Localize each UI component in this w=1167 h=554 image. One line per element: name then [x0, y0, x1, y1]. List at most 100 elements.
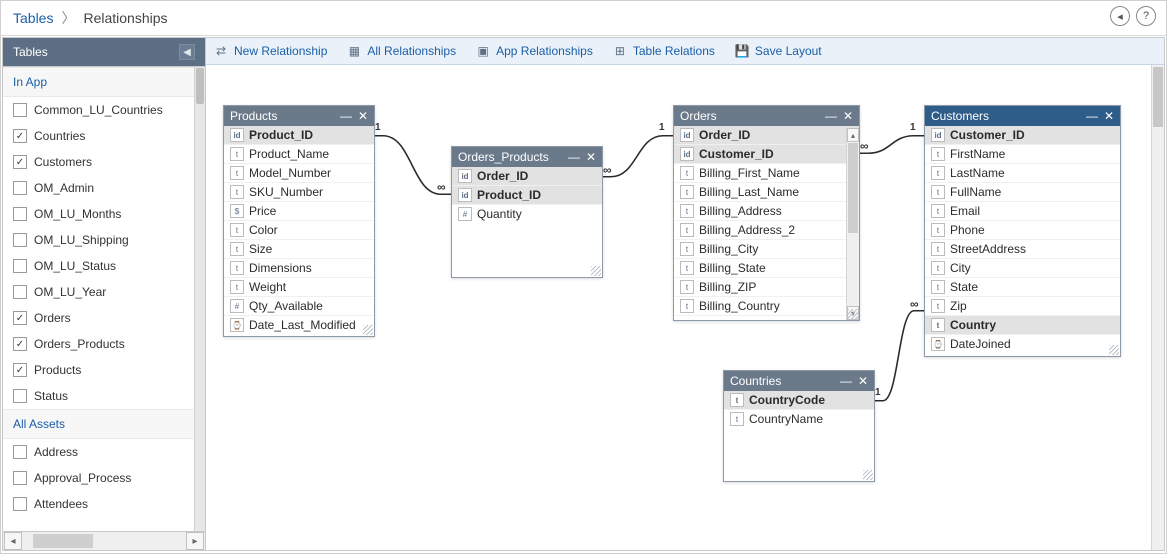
- field-row[interactable]: tSize: [224, 240, 374, 259]
- close-icon[interactable]: ✕: [586, 150, 596, 164]
- checkbox-icon[interactable]: [13, 103, 27, 117]
- help-icon[interactable]: ?: [1136, 6, 1156, 26]
- sidebar-item[interactable]: Customers: [3, 149, 194, 175]
- field-row[interactable]: tModel_Number: [224, 164, 374, 183]
- table-header[interactable]: Countries—✕: [724, 371, 874, 391]
- field-row[interactable]: idCustomer_ID: [925, 126, 1120, 145]
- table-header[interactable]: Orders—✕: [674, 106, 859, 126]
- field-row[interactable]: tEmail: [925, 202, 1120, 221]
- checkbox-icon[interactable]: [13, 363, 27, 377]
- field-row[interactable]: tZip: [925, 297, 1120, 316]
- table-scrollbar[interactable]: ▴▾: [846, 128, 859, 320]
- field-row[interactable]: tFullName: [925, 183, 1120, 202]
- table-header[interactable]: Orders_Products—✕: [452, 147, 602, 167]
- sidebar-item[interactable]: Orders_Products: [3, 331, 194, 357]
- sidebar-item[interactable]: Common_LU_Countries: [3, 97, 194, 123]
- scrollbar-horizontal[interactable]: ◂ ▸: [3, 531, 205, 550]
- field-row[interactable]: tProduct_Name: [224, 145, 374, 164]
- field-row[interactable]: tStreetAddress: [925, 240, 1120, 259]
- field-row[interactable]: tWeight: [224, 278, 374, 297]
- checkbox-icon[interactable]: [13, 285, 27, 299]
- close-icon[interactable]: ✕: [858, 374, 868, 388]
- checkbox-icon[interactable]: [13, 129, 27, 143]
- sidebar-item[interactable]: Products: [3, 357, 194, 383]
- field-row[interactable]: tCountryCode: [724, 391, 874, 410]
- sidebar-item[interactable]: Attendees: [3, 491, 194, 517]
- field-row[interactable]: tBilling_First_Name: [674, 164, 859, 183]
- field-row[interactable]: #Qty_Available: [224, 297, 374, 316]
- field-row[interactable]: idOrder_ID: [674, 126, 859, 145]
- sidebar-item[interactable]: OM_LU_Months: [3, 201, 194, 227]
- close-icon[interactable]: ✕: [358, 109, 368, 123]
- field-row[interactable]: idProduct_ID: [452, 186, 602, 205]
- field-row[interactable]: tBilling_Address_2: [674, 221, 859, 240]
- field-row[interactable]: ⌚Date_Last_Modified: [224, 316, 374, 334]
- resize-handle[interactable]: [863, 470, 873, 480]
- field-row[interactable]: ⌚DateJoined: [925, 335, 1120, 353]
- checkbox-icon[interactable]: [13, 181, 27, 195]
- field-row[interactable]: tBilling_State: [674, 259, 859, 278]
- resize-handle[interactable]: [363, 325, 373, 335]
- checkbox-icon[interactable]: [13, 207, 27, 221]
- resize-handle[interactable]: [1109, 345, 1119, 355]
- app-relationships-button[interactable]: ▣ App Relationships: [476, 44, 593, 58]
- minimize-icon[interactable]: —: [340, 109, 352, 123]
- checkbox-icon[interactable]: [13, 311, 27, 325]
- field-row[interactable]: tFirstName: [925, 145, 1120, 164]
- field-row[interactable]: tLastName: [925, 164, 1120, 183]
- field-row[interactable]: tBilling_Address: [674, 202, 859, 221]
- resize-handle[interactable]: [591, 266, 601, 276]
- field-row[interactable]: tBilling_Last_Name: [674, 183, 859, 202]
- field-row[interactable]: tPhone: [925, 221, 1120, 240]
- checkbox-icon[interactable]: [13, 497, 27, 511]
- sidebar-item[interactable]: Orders: [3, 305, 194, 331]
- close-icon[interactable]: ✕: [843, 109, 853, 123]
- checkbox-icon[interactable]: [13, 337, 27, 351]
- field-row[interactable]: tDimensions: [224, 259, 374, 278]
- sidebar-group[interactable]: All Assets: [3, 409, 194, 439]
- field-row[interactable]: tCountryName: [724, 410, 874, 428]
- sidebar-item[interactable]: Approval_Process: [3, 465, 194, 491]
- field-row[interactable]: tColor: [224, 221, 374, 240]
- minimize-icon[interactable]: —: [1086, 109, 1098, 123]
- table-header[interactable]: Products—✕: [224, 106, 374, 126]
- announce-icon[interactable]: ◂: [1110, 6, 1130, 26]
- table-products[interactable]: Products—✕idProduct_IDtProduct_NametMode…: [223, 105, 375, 337]
- minimize-icon[interactable]: —: [840, 374, 852, 388]
- field-row[interactable]: idProduct_ID: [224, 126, 374, 145]
- field-row[interactable]: tBilling_ZIP: [674, 278, 859, 297]
- table-orders[interactable]: Orders—✕idOrder_IDidCustomer_IDtBilling_…: [673, 105, 860, 321]
- table-header[interactable]: Customers—✕: [925, 106, 1120, 126]
- field-row[interactable]: tSKU_Number: [224, 183, 374, 202]
- field-row[interactable]: idCustomer_ID: [674, 145, 859, 164]
- checkbox-icon[interactable]: [13, 389, 27, 403]
- table-relations-button[interactable]: ⊞ Table Relations: [613, 44, 715, 58]
- field-row[interactable]: tBilling_Country: [674, 297, 859, 316]
- field-row[interactable]: tCity: [925, 259, 1120, 278]
- sidebar-item[interactable]: Status: [3, 383, 194, 409]
- checkbox-icon[interactable]: [13, 445, 27, 459]
- all-relationships-button[interactable]: ▦ All Relationships: [347, 44, 456, 58]
- table-orders_products[interactable]: Orders_Products—✕idOrder_IDidProduct_ID#…: [451, 146, 603, 278]
- checkbox-icon[interactable]: [13, 259, 27, 273]
- collapse-icon[interactable]: ◀: [179, 44, 195, 60]
- close-icon[interactable]: ✕: [1104, 109, 1114, 123]
- sidebar-item[interactable]: OM_LU_Status: [3, 253, 194, 279]
- minimize-icon[interactable]: —: [825, 109, 837, 123]
- scrollbar-vertical[interactable]: [194, 67, 205, 531]
- field-row[interactable]: tCountry: [925, 316, 1120, 335]
- field-row[interactable]: tBilling_Phone: [674, 316, 859, 318]
- sidebar-item[interactable]: Countries: [3, 123, 194, 149]
- new-relationship-button[interactable]: ⇄ New Relationship: [214, 44, 327, 58]
- breadcrumb-root[interactable]: Tables: [13, 10, 53, 26]
- save-layout-button[interactable]: 💾 Save Layout: [735, 44, 822, 58]
- canvas-scrollbar-vertical[interactable]: [1151, 65, 1164, 550]
- sidebar-item[interactable]: Address: [3, 439, 194, 465]
- checkbox-icon[interactable]: [13, 233, 27, 247]
- field-row[interactable]: tBilling_City: [674, 240, 859, 259]
- field-row[interactable]: tState: [925, 278, 1120, 297]
- table-customers[interactable]: Customers—✕idCustomer_IDtFirstNametLastN…: [924, 105, 1121, 357]
- field-row[interactable]: #Quantity: [452, 205, 602, 223]
- sidebar-item[interactable]: OM_LU_Shipping: [3, 227, 194, 253]
- field-row[interactable]: $Price: [224, 202, 374, 221]
